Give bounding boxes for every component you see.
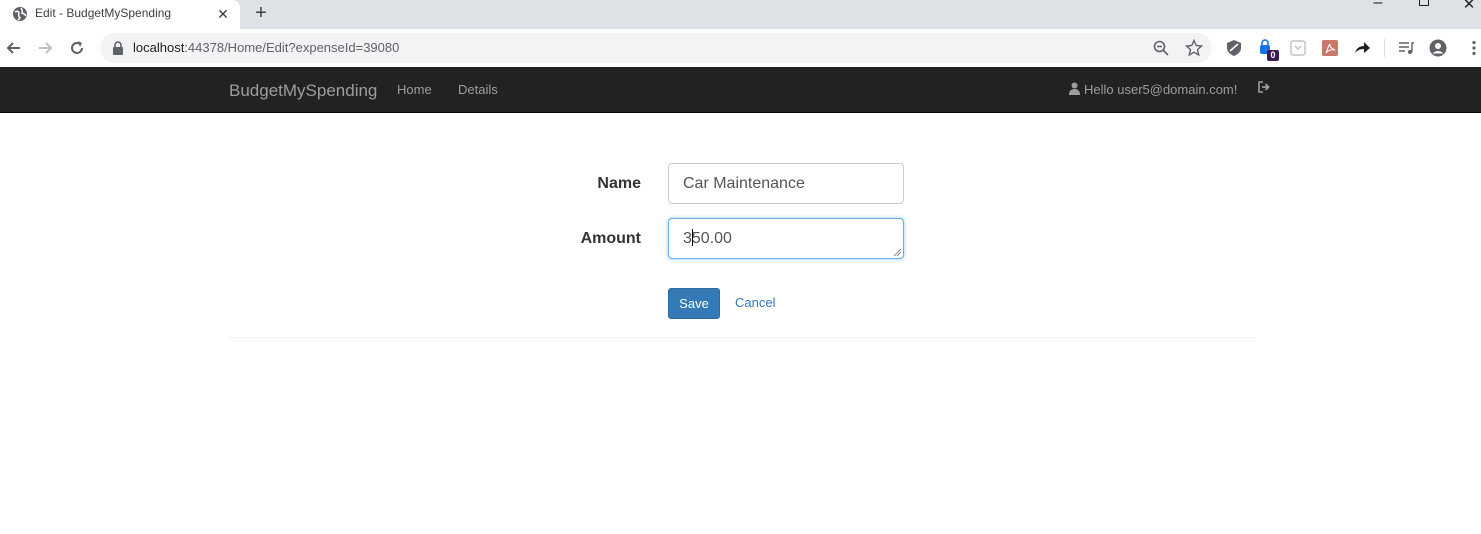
site-navbar: BudgetMySpending Home Details Hello user… — [0, 67, 1481, 113]
kebab-menu-icon[interactable] — [1465, 39, 1481, 57]
browser-tab[interactable]: Edit - BudgetMySpending ✕ — [0, 0, 240, 29]
amount-value-end: 50.00 — [691, 230, 732, 247]
pocket-extension-icon[interactable] — [1289, 39, 1307, 57]
shield-extension-icon[interactable] — [1225, 39, 1243, 57]
globe-icon — [13, 7, 27, 21]
save-button[interactable]: Save — [668, 288, 720, 319]
media-queue-icon[interactable] — [1397, 39, 1415, 57]
resize-grip-icon[interactable] — [894, 249, 901, 256]
tab-strip: Edit - BudgetMySpending ✕ + – ✕ — [0, 0, 1481, 29]
pdf-extension-icon[interactable] — [1321, 39, 1339, 57]
logout-icon[interactable] — [1257, 80, 1271, 94]
divider — [229, 337, 1256, 338]
bookmark-star-icon[interactable] — [1185, 39, 1203, 57]
lock-icon[interactable] — [112, 41, 124, 55]
nav-link-home[interactable]: Home — [397, 82, 432, 97]
amount-value-start: 3 — [683, 230, 692, 247]
name-label: Name — [597, 175, 641, 192]
url-host: localhost — [133, 40, 185, 55]
zoom-icon[interactable] — [1152, 39, 1170, 57]
profile-avatar-icon[interactable] — [1429, 39, 1447, 57]
url-path: :44378/Home/Edit?expenseId=39080 — [184, 40, 400, 55]
cancel-link[interactable]: Cancel — [735, 295, 775, 310]
name-input-value: Car Maintenance — [683, 175, 805, 192]
new-tab-icon[interactable]: + — [250, 2, 272, 24]
tab-close-icon[interactable]: ✕ — [214, 5, 232, 23]
window-close-icon[interactable]: ✕ — [1461, 0, 1477, 13]
forward-arrow-icon[interactable] — [35, 38, 55, 58]
amount-label: Amount — [580, 230, 641, 247]
brand-link[interactable]: BudgetMySpending — [229, 81, 377, 101]
tab-title: Edit - BudgetMySpending — [35, 6, 172, 20]
amount-input[interactable]: 350.00 — [668, 218, 904, 259]
url-text[interactable]: localhost:44378/Home/Edit?expenseId=3908… — [133, 40, 399, 55]
maximize-icon[interactable] — [1419, 0, 1429, 6]
nav-link-details[interactable]: Details — [458, 82, 498, 97]
user-icon — [1069, 82, 1080, 95]
name-input[interactable]: Car Maintenance — [668, 163, 904, 204]
toolbar-divider — [1384, 39, 1385, 57]
browser-toolbar: localhost:44378/Home/Edit?expenseId=3908… — [0, 29, 1481, 67]
back-arrow-icon[interactable] — [4, 38, 24, 58]
share-arrow-icon[interactable] — [1353, 39, 1371, 57]
minimize-icon[interactable]: – — [1370, 0, 1386, 11]
extension-badge: 0 — [1267, 50, 1279, 61]
user-greeting[interactable]: Hello user5@domain.com! — [1084, 82, 1237, 97]
reload-icon[interactable] — [67, 38, 87, 58]
address-bar[interactable]: localhost:44378/Home/Edit?expenseId=3908… — [100, 33, 1212, 63]
